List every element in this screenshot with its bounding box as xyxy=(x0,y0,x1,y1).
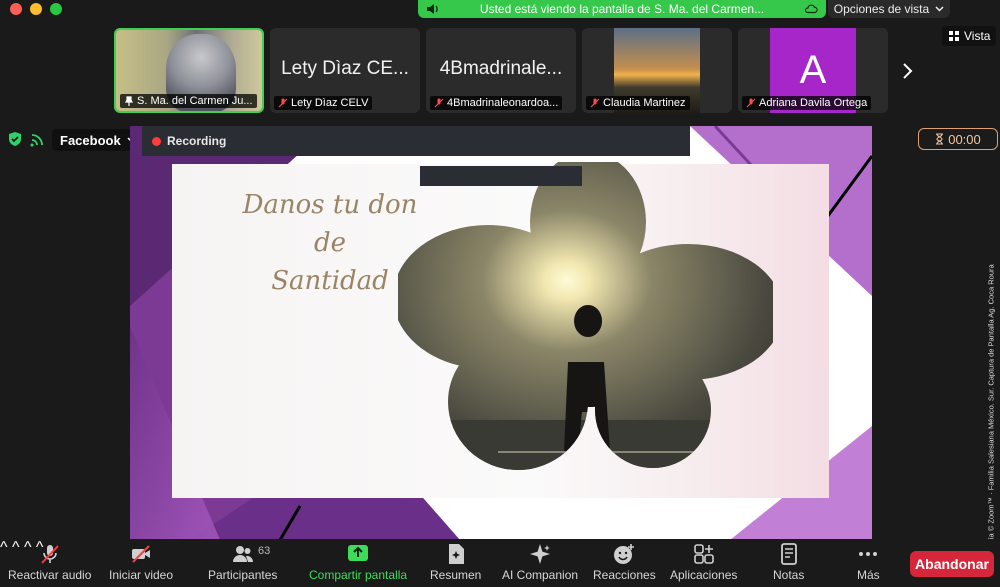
ai-companion-button[interactable]: AI Companion xyxy=(502,543,578,582)
participant-display-name: Lety Dìaz CE... xyxy=(281,58,409,79)
smiley-icon xyxy=(614,544,635,564)
muted-mic-icon xyxy=(434,98,444,108)
watermark: Cortesía © Zoom™ · Familia Salesiana Méx… xyxy=(986,264,996,562)
muted-mic-icon xyxy=(40,545,59,564)
notes-button[interactable]: Notas xyxy=(773,543,804,582)
participant-name-label: Lety Dìaz CELV xyxy=(274,96,373,110)
participants-count: 63 xyxy=(258,545,271,557)
muted-mic-icon xyxy=(746,98,756,108)
participant-tile[interactable]: Lety Dìaz CE... Lety Dìaz CELV xyxy=(270,28,420,113)
view-options-label: Opciones de vista xyxy=(833,2,930,16)
recording-indicator[interactable]: Recording xyxy=(142,126,690,156)
view-options-button[interactable]: Opciones de vista xyxy=(828,0,950,18)
participant-tile[interactable]: Claudia Martinez xyxy=(582,28,732,113)
summary-icon xyxy=(448,544,464,564)
start-video-button[interactable]: Iniciar video xyxy=(109,543,173,582)
record-dot-icon xyxy=(152,136,161,146)
screen-share-banner: Usted está viendo la pantalla de S. Ma. … xyxy=(418,0,826,18)
participant-gallery: S. Ma. del Carmen Ju... Lety Dìaz CE... … xyxy=(114,28,888,113)
window-controls xyxy=(10,3,62,15)
participant-tile[interactable]: S. Ma. del Carmen Ju... xyxy=(114,28,264,113)
summary-button[interactable]: Resumen xyxy=(430,543,481,582)
screen-share-text: Usted está viendo la pantalla de S. Ma. … xyxy=(479,2,765,16)
connection-signal-icon[interactable] xyxy=(30,133,44,147)
participant-name-label: 4Bmadrinaleonardoa... xyxy=(430,96,563,110)
apps-button[interactable]: Aplicaciones xyxy=(670,543,737,582)
share-screen-icon xyxy=(348,545,369,561)
sparkle-icon xyxy=(530,544,551,564)
muted-mic-icon xyxy=(278,98,288,108)
minimize-window-button[interactable] xyxy=(30,3,42,15)
participant-name-label: S. Ma. del Carmen Ju... xyxy=(120,94,257,108)
apps-icon xyxy=(693,544,714,564)
shared-screen: Danos tu don de Santidad xyxy=(130,126,872,540)
participant-name-label: Claudia Martinez xyxy=(586,96,690,110)
participant-display-name: 4Bmadrinale... xyxy=(439,58,563,79)
more-dots-icon xyxy=(859,552,878,556)
leave-meeting-button[interactable]: Abandonar xyxy=(910,551,994,577)
reactions-button[interactable]: Reacciones xyxy=(593,543,656,582)
participant-tile[interactable]: A Adriana Davila Ortega xyxy=(738,28,888,113)
participant-name-label: Adriana Davila Ortega xyxy=(742,96,872,110)
close-window-button[interactable] xyxy=(10,3,22,15)
hourglass-icon xyxy=(936,133,944,145)
more-button[interactable]: Más xyxy=(857,543,880,582)
pin-icon xyxy=(125,96,133,106)
zoom-window-button[interactable] xyxy=(50,3,62,15)
unmute-audio-button[interactable]: Reactivar audio xyxy=(8,543,91,582)
flower-photo xyxy=(398,162,773,470)
participant-tile[interactable]: 4Bmadrinale... 4Bmadrinaleonardoa... xyxy=(426,28,576,113)
people-icon xyxy=(232,546,253,562)
audio-options-caret[interactable]: ^ xyxy=(0,539,8,556)
cloud-icon xyxy=(804,4,818,14)
grid-icon xyxy=(949,31,959,41)
meeting-timer[interactable]: 00:00 xyxy=(918,128,998,150)
shield-icon[interactable] xyxy=(8,131,22,147)
chevron-down-icon xyxy=(935,6,944,12)
muted-mic-icon xyxy=(590,98,600,108)
speaker-icon xyxy=(427,4,438,14)
chevron-right-icon[interactable] xyxy=(898,60,916,82)
notes-icon xyxy=(780,543,797,565)
share-screen-button[interactable]: Compartir pantalla xyxy=(309,543,407,582)
screen-share-notch xyxy=(420,166,582,186)
meeting-toolbar: Reactivar audio ^ Iniciar video ^ Partic… xyxy=(0,539,1000,587)
view-layout-button[interactable]: Vista xyxy=(942,26,997,46)
video-off-icon xyxy=(132,545,151,563)
